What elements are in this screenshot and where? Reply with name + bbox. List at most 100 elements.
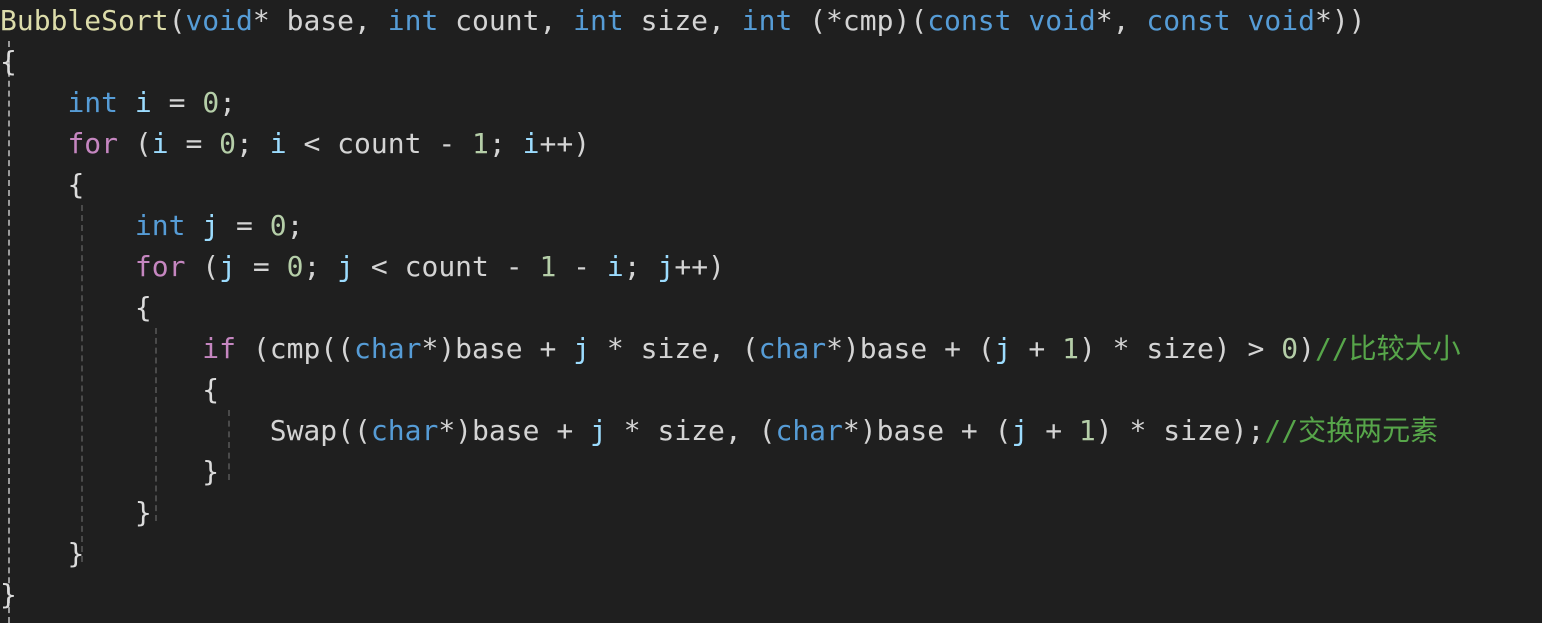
token-plain: *)base + <box>438 414 591 447</box>
code-editor[interactable]: BubbleSort(void* base, int count, int si… <box>0 0 1542 623</box>
code-line[interactable]: { <box>0 41 1542 82</box>
token-plain: Swap(( <box>269 414 371 447</box>
token-plain: < count - <box>354 250 540 283</box>
code-line[interactable]: } <box>0 492 1542 533</box>
token-type: char <box>370 414 439 447</box>
token-var: i <box>151 127 169 160</box>
token-ctrl: for <box>134 250 186 283</box>
token-brace: { <box>67 168 85 201</box>
token-plain: *, <box>1095 4 1147 37</box>
token-var: i <box>269 127 287 160</box>
token-plain: - <box>556 250 607 283</box>
code-line[interactable]: if (cmp((char*)base + j * size, (char*)b… <box>0 328 1542 369</box>
token-plain: *)) <box>1314 4 1366 37</box>
code-line[interactable]: { <box>0 287 1542 328</box>
token-plain: *)base + <box>421 332 574 365</box>
token-type: const <box>1146 4 1231 37</box>
code-line[interactable]: for (j = 0; j < count - 1 - i; j++) <box>0 246 1542 287</box>
token-type: void <box>1247 4 1315 37</box>
token-plain: ) * size) > <box>1078 332 1282 365</box>
token-var: i <box>134 86 152 119</box>
token-plain: + <box>1011 332 1063 365</box>
token-brace: { <box>202 373 220 406</box>
code-line[interactable]: int j = 0; <box>0 205 1542 246</box>
token-brace: } <box>134 496 152 529</box>
code-line[interactable]: int i = 0; <box>0 82 1542 123</box>
token-plain: ( <box>185 250 220 283</box>
token-type: const <box>927 4 1012 37</box>
token-num: 0 <box>219 127 237 160</box>
code-line[interactable]: { <box>0 369 1542 410</box>
token-plain: = <box>168 127 220 160</box>
token-plain: ; <box>236 127 270 160</box>
token-plain: * size, ( <box>590 332 759 365</box>
token-var: j <box>202 209 220 242</box>
token-plain: count, <box>438 4 574 37</box>
token-comment: //交换两元素 <box>1264 414 1439 447</box>
token-plain: ; <box>219 86 237 119</box>
token-ctrl: if <box>202 332 237 365</box>
code-line[interactable]: } <box>0 533 1542 574</box>
token-plain: = <box>236 250 287 283</box>
token-type: char <box>758 332 827 365</box>
token-type: int <box>741 4 793 37</box>
token-var: i <box>606 250 624 283</box>
token-var: j <box>573 332 591 365</box>
token-comment: //比较大小 <box>1314 332 1461 365</box>
token-var: j <box>1011 414 1029 447</box>
code-line[interactable]: { <box>0 164 1542 205</box>
token-var: j <box>590 414 607 447</box>
token-num: 0 <box>286 250 304 283</box>
token-type: int <box>134 209 186 242</box>
token-num: 1 <box>539 250 557 283</box>
token-num: 1 <box>472 127 489 160</box>
token-plain: (*cmp)( <box>792 4 928 37</box>
token-brace: } <box>67 537 85 570</box>
token-type: void <box>185 4 253 37</box>
token-var: j <box>219 250 237 283</box>
token-brace: } <box>0 578 17 611</box>
token-plain: ; <box>286 209 304 242</box>
token-plain: ++) <box>539 127 591 160</box>
token-plain: ; <box>488 127 523 160</box>
token-punct: ( <box>168 4 186 37</box>
token-num: 1 <box>1062 332 1079 365</box>
code-line[interactable]: BubbleSort(void* base, int count, int si… <box>0 0 1542 41</box>
token-type: int <box>67 86 119 119</box>
code-content[interactable]: BubbleSort(void* base, int count, int si… <box>0 0 1542 615</box>
token-plain: * base, <box>252 4 388 37</box>
token-type: char <box>775 414 843 447</box>
token-brace: { <box>0 45 17 78</box>
token-type: char <box>354 332 422 365</box>
token-type: int <box>573 4 624 37</box>
token-type: void <box>1028 4 1096 37</box>
code-line[interactable]: } <box>0 574 1542 615</box>
token-type: int <box>387 4 439 37</box>
token-plain: = <box>219 209 270 242</box>
token-num: 0 <box>269 209 287 242</box>
token-plain: (cmp(( <box>236 332 355 365</box>
token-brace: } <box>202 455 220 488</box>
code-line[interactable]: } <box>0 451 1542 492</box>
token-plain: ) <box>1298 332 1315 365</box>
token-var: j <box>337 250 355 283</box>
token-plain: + <box>1028 414 1079 447</box>
token-num: 1 <box>1078 414 1096 447</box>
code-line[interactable]: Swap((char*)base + j * size, (char*)base… <box>0 410 1542 451</box>
token-var: j <box>994 332 1012 365</box>
code-line[interactable]: for (i = 0; i < count - 1; i++) <box>0 123 1542 164</box>
token-plain: = <box>151 86 203 119</box>
